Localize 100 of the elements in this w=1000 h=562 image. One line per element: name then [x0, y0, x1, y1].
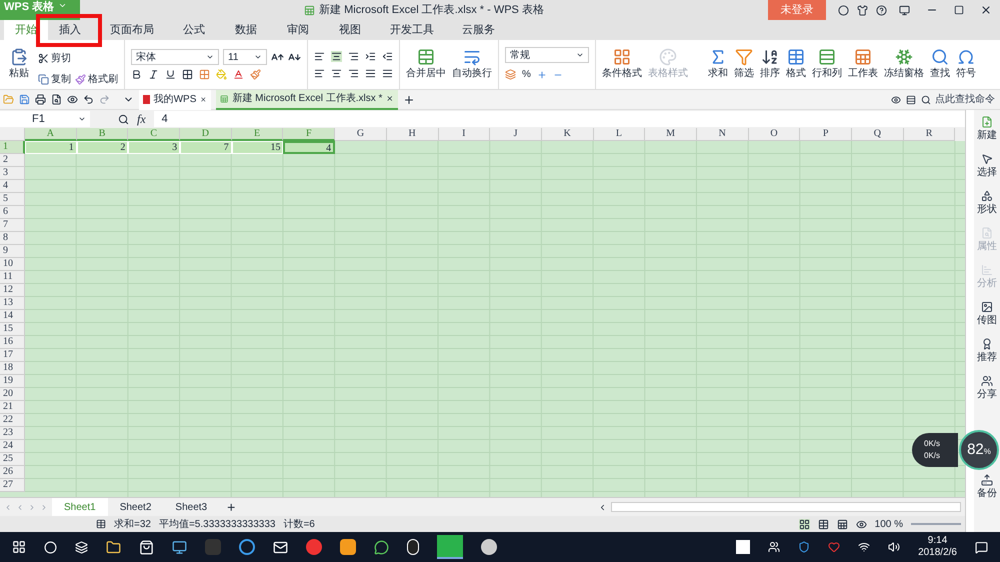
row-header[interactable]: 10 [0, 258, 25, 271]
column-header[interactable]: J [490, 128, 542, 141]
heart-icon[interactable] [828, 541, 840, 553]
row-header[interactable]: 27 [0, 479, 25, 492]
row-header[interactable]: 14 [0, 310, 25, 323]
undo-icon[interactable] [83, 94, 94, 105]
column-header[interactable]: K [542, 128, 594, 141]
penguin-app-icon[interactable] [407, 539, 419, 555]
volume-icon[interactable] [888, 541, 900, 553]
side-panel-button[interactable]: 选择 [977, 153, 997, 187]
display-icon[interactable] [899, 4, 910, 16]
align-top-icon[interactable] [314, 50, 325, 62]
help-icon[interactable] [876, 4, 887, 16]
row-header[interactable]: 5 [0, 193, 25, 206]
justify-icon[interactable] [365, 68, 376, 78]
row-header[interactable]: 8 [0, 232, 25, 245]
page-layout-icon[interactable] [818, 518, 829, 530]
paste-button[interactable]: 粘贴 [4, 48, 34, 81]
preview-icon[interactable] [67, 94, 78, 105]
name-box[interactable]: F1 [0, 111, 90, 127]
shirt-icon[interactable] [857, 4, 868, 16]
view-icon[interactable] [891, 94, 901, 104]
bold-icon[interactable] [131, 69, 142, 80]
row-header[interactable]: 26 [0, 466, 25, 479]
number-format-select[interactable]: 常规 [505, 47, 589, 63]
ribbon-tool-button[interactable]: 格式 [786, 48, 806, 81]
side-panel-button[interactable]: 传图 [977, 301, 997, 335]
row-header[interactable]: 11 [0, 271, 25, 284]
row-header[interactable]: 7 [0, 219, 25, 232]
row-header[interactable]: 21 [0, 401, 25, 414]
menu-tab[interactable]: 审阅 [276, 20, 320, 40]
cell-style-icon[interactable] [199, 69, 210, 80]
side-panel-button[interactable]: 新建 [977, 116, 997, 150]
column-header[interactable]: O [748, 128, 800, 141]
align-left-icon[interactable] [314, 68, 325, 78]
align-middle-icon[interactable] [331, 50, 342, 62]
font-size-select[interactable]: 11 [223, 49, 267, 65]
table-cell[interactable]: 2 [76, 141, 128, 154]
ribbon-tool-button[interactable]: 排序 [760, 48, 780, 81]
table-cell[interactable]: 4 [283, 141, 336, 154]
column-header[interactable]: H [386, 128, 438, 141]
outdent-icon[interactable] [382, 50, 393, 62]
formula-field[interactable]: 4 [154, 111, 965, 127]
menu-tab[interactable]: 插入 [48, 20, 92, 40]
row-header[interactable]: 18 [0, 362, 25, 375]
column-header[interactable]: Q [852, 128, 904, 141]
currency-icon[interactable] [505, 69, 516, 80]
store-icon[interactable] [139, 540, 154, 554]
document-tab[interactable]: 我的WPS [139, 90, 211, 110]
align-center-icon[interactable] [331, 68, 342, 78]
menu-tab[interactable]: 页面布局 [100, 20, 164, 40]
sheet-tab[interactable]: Sheet3 [163, 498, 220, 516]
cut-button[interactable]: 剪切 [38, 50, 71, 66]
side-panel-button[interactable]: 形状 [977, 190, 997, 224]
distribute-icon[interactable] [382, 68, 393, 78]
table-cell[interactable]: 3 [128, 141, 180, 154]
column-header[interactable]: I [438, 128, 490, 141]
side-panel-button[interactable]: 分享 [977, 375, 997, 409]
underline-icon[interactable] [165, 69, 176, 80]
toolbar-icon[interactable] [906, 94, 916, 104]
wrap-text-button[interactable]: 自动换行 [452, 48, 492, 81]
disc-app-icon[interactable] [481, 539, 497, 555]
maximize-icon[interactable] [954, 5, 964, 15]
row-header[interactable]: 17 [0, 349, 25, 362]
copy-button[interactable]: 复制 [38, 72, 71, 86]
monitor-icon[interactable] [172, 540, 187, 554]
music-app-icon[interactable] [306, 539, 322, 555]
menu-tab[interactable]: 视图 [328, 20, 372, 40]
mail-icon[interactable] [273, 540, 288, 554]
increase-decimal-icon[interactable] [536, 70, 547, 80]
menu-tab[interactable]: 数据 [224, 20, 268, 40]
ribbon-tool-button[interactable]: 条件格式 [602, 48, 642, 81]
column-header[interactable]: R [904, 128, 956, 141]
row-header[interactable]: 20 [0, 388, 25, 401]
print-icon[interactable] [35, 94, 46, 105]
reading-view-icon[interactable] [856, 518, 867, 530]
ribbon-tool-button[interactable]: 行和列 [812, 48, 842, 81]
close-icon[interactable] [980, 4, 992, 16]
menu-tab[interactable]: 公式 [172, 20, 216, 40]
sheet-tab[interactable]: Sheet2 [108, 498, 164, 516]
row-header[interactable]: 2 [0, 154, 25, 167]
row-header[interactable]: 15 [0, 323, 25, 336]
row-header[interactable]: 24 [0, 440, 25, 453]
font-select[interactable]: 宋体 [131, 49, 219, 65]
browser-icon[interactable] [239, 539, 255, 555]
close-tab-icon[interactable] [200, 95, 207, 104]
notification-icon[interactable] [975, 540, 988, 554]
ribbon-tool-button[interactable]: 查找 [930, 48, 950, 81]
browser-app-icon[interactable] [340, 539, 356, 555]
row-header[interactable]: 19 [0, 375, 25, 388]
column-header[interactable]: N [696, 128, 749, 141]
row-header[interactable]: 25 [0, 453, 25, 466]
column-header[interactable]: P [800, 128, 852, 141]
sheet-tab[interactable]: Sheet1 [52, 498, 108, 516]
table-cell[interactable]: 15 [232, 141, 284, 154]
font-color-icon[interactable] [233, 69, 244, 80]
side-panel-button[interactable]: 推荐 [977, 338, 997, 372]
media-app-icon[interactable] [736, 540, 750, 554]
ribbon-tool-button[interactable]: 工作表 [848, 48, 878, 81]
column-header[interactable]: G [335, 128, 387, 141]
